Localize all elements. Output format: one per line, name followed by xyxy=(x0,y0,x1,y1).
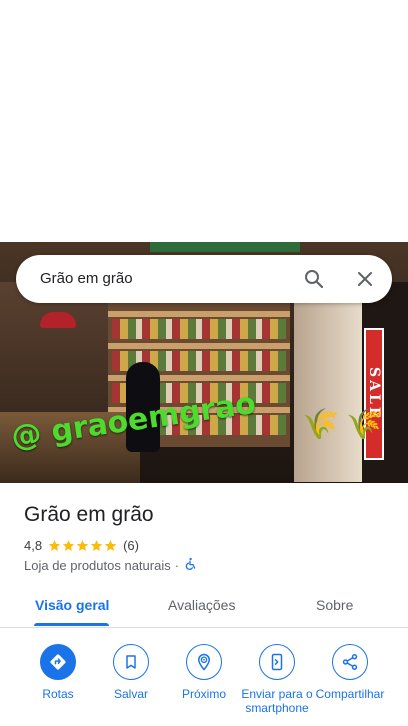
star-icon xyxy=(104,539,117,551)
tab-about[interactable]: Sobre xyxy=(316,597,353,613)
nearby-button[interactable]: Próximo xyxy=(164,644,244,701)
send-to-phone-button[interactable]: Enviar para o smartphone xyxy=(237,644,317,715)
directions-label: Rotas xyxy=(42,687,74,701)
nearby-icon xyxy=(186,644,222,680)
rating-stars xyxy=(48,539,118,552)
wheat-icon: 🌾 xyxy=(302,408,340,441)
wheat-icon: 🌾 xyxy=(346,408,384,441)
directions-icon xyxy=(40,644,76,680)
star-icon xyxy=(90,539,103,551)
photo-pillar xyxy=(294,282,362,482)
send-to-phone-label: Enviar para o smartphone xyxy=(241,687,313,715)
shelf xyxy=(108,311,290,317)
shelf-goods xyxy=(112,319,286,339)
active-tab-indicator xyxy=(34,623,109,626)
star-icon xyxy=(76,539,89,551)
directions-button[interactable]: Rotas xyxy=(18,644,98,701)
tab-overview[interactable]: Visão geral xyxy=(35,597,109,613)
photo-top-sign xyxy=(150,242,300,252)
share-button[interactable]: Compartilhar xyxy=(310,644,390,701)
star-icon xyxy=(62,539,75,551)
star-icon xyxy=(48,539,61,551)
nearby-label: Próximo xyxy=(181,687,226,701)
rating-row[interactable]: 4,8 (6) xyxy=(24,537,139,553)
place-title: Grão em grão xyxy=(24,503,154,526)
save-label: Salvar xyxy=(113,687,148,701)
review-count: (6) xyxy=(123,537,139,553)
separator: · xyxy=(174,557,180,573)
category-row: Loja de produtos naturais · xyxy=(24,557,197,573)
photo-lamp xyxy=(40,312,76,328)
bookmark-icon xyxy=(113,644,149,680)
shelf xyxy=(108,343,290,349)
send-to-phone-icon xyxy=(259,644,295,680)
search-query[interactable]: Grão em grão xyxy=(40,270,133,287)
search-icon[interactable] xyxy=(302,267,326,291)
tab-reviews[interactable]: Avaliações xyxy=(168,597,235,613)
share-label: Compartilhar xyxy=(315,687,385,701)
place-tabs: Visão geral Avaliações Sobre xyxy=(0,584,408,628)
save-button[interactable]: Salvar xyxy=(91,644,171,701)
maps-place-page: SALE @ graoemgrao 🌾 🌾 Grão em grão Grão … xyxy=(0,0,408,726)
place-category: Loja de produtos naturais xyxy=(24,557,171,573)
close-icon[interactable] xyxy=(353,267,377,291)
share-icon xyxy=(332,644,368,680)
search-bar[interactable]: Grão em grão xyxy=(16,255,392,303)
wheelchair-icon xyxy=(183,557,197,574)
rating-value: 4,8 xyxy=(24,537,43,553)
